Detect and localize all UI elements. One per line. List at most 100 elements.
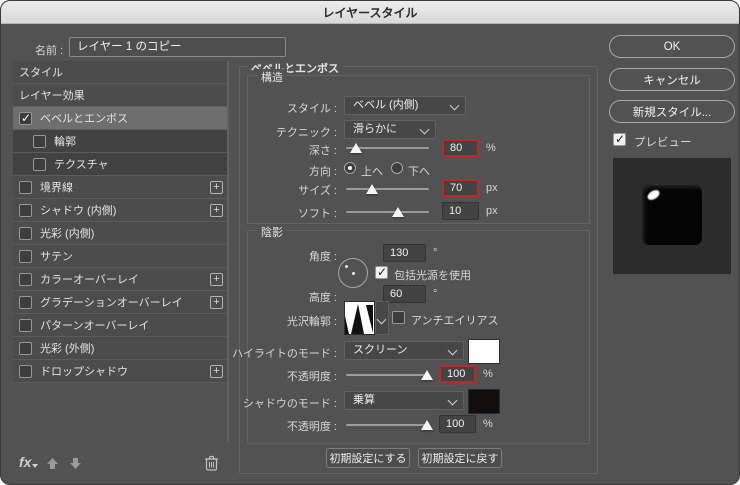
- style-preview-thumbnail: [613, 158, 731, 274]
- sidebar-item-gradient-overlay[interactable]: グラデーションオーバーレイ: [13, 291, 229, 314]
- soften-slider-track[interactable]: [346, 211, 429, 213]
- direction-up-radio[interactable]: [344, 162, 356, 174]
- altitude-unit: °: [433, 288, 438, 300]
- satin-checkbox[interactable]: [19, 249, 32, 263]
- gloss-contour-thumbnail[interactable]: [344, 301, 375, 335]
- texture-checkbox[interactable]: [33, 157, 46, 171]
- sidebar-item-inner-shadow[interactable]: シャドウ (内側): [13, 199, 229, 222]
- dialog-title: レイヤースタイル: [322, 5, 418, 20]
- add-drop-shadow-icon[interactable]: [210, 364, 223, 378]
- direction-down-label[interactable]: 下へ: [408, 163, 430, 179]
- sidebar-item-contour[interactable]: 輪郭: [13, 130, 229, 153]
- size-slider-track[interactable]: [346, 188, 429, 190]
- add-stroke-icon[interactable]: [210, 180, 223, 194]
- gloss-contour-label: 光沢輪郭 :: [286, 316, 337, 328]
- highlight-opacity-thumb[interactable]: [421, 370, 433, 380]
- sidebar-item-inner-glow[interactable]: 光彩 (内側): [13, 222, 229, 245]
- bevel-emboss-checkbox[interactable]: [19, 111, 32, 125]
- altitude-value[interactable]: 60: [383, 285, 426, 303]
- move-effect-up-icon[interactable]: [46, 457, 59, 470]
- preview-checkbox[interactable]: [613, 132, 626, 146]
- drop-shadow-checkbox[interactable]: [19, 364, 32, 378]
- sidebar-item-satin[interactable]: サテン: [13, 245, 229, 268]
- technique-dropdown[interactable]: 滑らかに: [344, 120, 436, 139]
- style-label: スタイル :: [286, 103, 337, 115]
- size-label: サイズ :: [298, 185, 337, 197]
- highlight-opacity-track[interactable]: [346, 374, 429, 376]
- anti-alias-label[interactable]: アンチエイリアス: [411, 312, 499, 328]
- soften-slider-thumb[interactable]: [392, 207, 404, 217]
- layer-style-dialog: レイヤースタイル 名前 : レイヤー 1 のコピー スタイル レイヤー効果 ベベ…: [0, 0, 740, 485]
- gloss-contour-dropdown[interactable]: [375, 301, 389, 335]
- color-overlay-checkbox[interactable]: [19, 272, 32, 286]
- shadow-opacity-track[interactable]: [346, 424, 429, 426]
- angle-dial-pointer: [345, 265, 348, 268]
- sidebar-item-styles[interactable]: スタイル: [13, 61, 229, 84]
- layer-name-input[interactable]: レイヤー 1 のコピー: [69, 37, 286, 57]
- screenshot-canvas: レイヤースタイル 名前 : レイヤー 1 のコピー スタイル レイヤー効果 ベベ…: [0, 0, 740, 485]
- stroke-checkbox[interactable]: [19, 180, 32, 194]
- contour-checkbox[interactable]: [33, 134, 46, 148]
- angle-dial[interactable]: [338, 258, 368, 288]
- inner-shadow-checkbox[interactable]: [19, 203, 32, 217]
- size-value[interactable]: 70: [442, 179, 479, 197]
- anti-alias-checkbox[interactable]: [392, 311, 405, 324]
- shadow-opacity-value[interactable]: 100: [439, 415, 476, 433]
- angle-value[interactable]: 130: [383, 244, 426, 262]
- sidebar-item-pattern-overlay[interactable]: パターンオーバーレイ: [13, 314, 229, 337]
- chevron-down-icon: [447, 345, 458, 356]
- sidebar-item-layer-effects[interactable]: レイヤー効果: [13, 84, 229, 107]
- sidebar-item-drop-shadow[interactable]: ドロップシャドウ: [13, 360, 229, 383]
- size-slider-thumb[interactable]: [366, 184, 378, 194]
- highlight-opacity-label: 不透明度 :: [286, 371, 337, 383]
- shading-legend: 陰影: [257, 224, 287, 240]
- sidebar-item-bevel-emboss[interactable]: ベベルとエンボス: [13, 107, 229, 130]
- highlight-opacity-value[interactable]: 100: [439, 365, 476, 383]
- soften-value[interactable]: 10: [442, 202, 479, 220]
- gradient-overlay-checkbox[interactable]: [19, 295, 32, 309]
- direction-up-label[interactable]: 上へ: [361, 163, 383, 179]
- angle-unit: °: [433, 247, 438, 259]
- chevron-down-icon: [376, 314, 387, 325]
- highlight-opacity-unit: %: [483, 368, 493, 380]
- shadow-mode-dropdown[interactable]: 乗算: [344, 391, 464, 410]
- direction-label: 方向 :: [308, 166, 337, 178]
- highlight-mode-dropdown[interactable]: スクリーン: [344, 341, 464, 360]
- preview-label[interactable]: プレビュー: [634, 134, 692, 150]
- highlight-color-swatch[interactable]: [468, 339, 500, 364]
- sidebar-item-color-overlay[interactable]: カラーオーバーレイ: [13, 268, 229, 291]
- use-global-light-label[interactable]: 包括光源を使用: [394, 267, 471, 283]
- direction-down-radio[interactable]: [391, 162, 403, 174]
- sidebar-item-stroke[interactable]: 境界線: [13, 176, 229, 199]
- style-dropdown[interactable]: ベベル (内側): [344, 96, 466, 115]
- sidebar-item-texture[interactable]: テクスチャ: [13, 153, 229, 176]
- depth-slider-thumb[interactable]: [350, 143, 362, 153]
- new-style-button[interactable]: 新規スタイル...: [609, 100, 735, 123]
- add-inner-shadow-icon[interactable]: [210, 203, 223, 217]
- depth-value[interactable]: 80: [442, 139, 479, 157]
- sidebar-footer: fx: [13, 453, 229, 475]
- set-as-default-button[interactable]: 初期設定にする: [326, 448, 410, 468]
- effects-sidebar: スタイル レイヤー効果 ベベルとエンボス 輪郭 テクスチャ 境界線: [13, 61, 229, 441]
- reset-to-default-button[interactable]: 初期設定に戻す: [418, 448, 502, 468]
- highlight-mode-label: ハイライトのモード :: [232, 348, 337, 360]
- shadow-color-swatch[interactable]: [468, 389, 500, 414]
- move-effect-down-icon[interactable]: [69, 457, 82, 470]
- sidebar-scrollbar[interactable]: [227, 61, 229, 441]
- outer-glow-checkbox[interactable]: [19, 341, 32, 355]
- fx-menu-button[interactable]: fx: [19, 454, 40, 470]
- add-color-overlay-icon[interactable]: [210, 272, 223, 286]
- shadow-opacity-unit: %: [483, 418, 493, 430]
- add-gradient-overlay-icon[interactable]: [210, 295, 223, 309]
- dialog-titlebar[interactable]: レイヤースタイル: [1, 1, 739, 24]
- inner-glow-checkbox[interactable]: [19, 226, 32, 240]
- ok-button[interactable]: OK: [609, 35, 735, 58]
- structure-legend: 構造: [257, 69, 287, 85]
- sidebar-item-outer-glow[interactable]: 光彩 (外側): [13, 337, 229, 360]
- delete-effect-icon[interactable]: [204, 455, 219, 471]
- altitude-label: 高度 :: [308, 292, 337, 304]
- pattern-overlay-checkbox[interactable]: [19, 318, 32, 332]
- cancel-button[interactable]: キャンセル: [609, 68, 735, 91]
- shadow-opacity-thumb[interactable]: [421, 420, 433, 430]
- use-global-light-checkbox[interactable]: [375, 265, 388, 279]
